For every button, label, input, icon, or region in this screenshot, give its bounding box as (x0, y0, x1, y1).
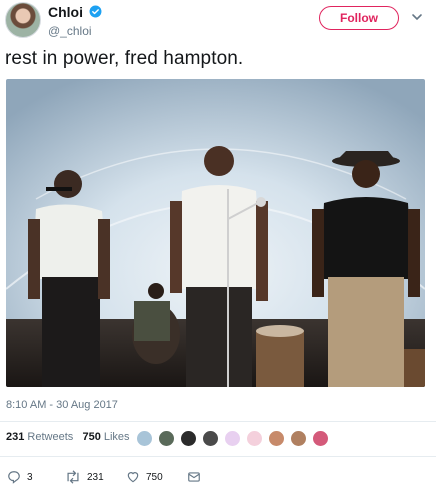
tweet-timestamp[interactable]: 8:10 AM - 30 Aug 2017 (6, 399, 118, 411)
divider (0, 421, 436, 422)
like-count[interactable]: 750 (82, 431, 100, 443)
tweet-header: Chloi @_chloi Follow (0, 0, 436, 40)
like-button[interactable]: 750 (126, 468, 163, 486)
divider (0, 456, 436, 457)
like-action-count: 750 (146, 471, 163, 483)
retweet-button[interactable]: 231 (65, 468, 104, 486)
liker-avatar[interactable] (246, 430, 263, 447)
tweet-actions: 3 231 750 (0, 468, 436, 486)
chevron-down-icon[interactable] (410, 10, 424, 24)
display-name[interactable]: Chloi (48, 4, 83, 20)
reply-button[interactable]: 3 (7, 468, 33, 486)
liker-avatar[interactable] (136, 430, 153, 447)
author-block[interactable]: Chloi @_chloi (48, 3, 102, 38)
reply-icon (8, 471, 20, 484)
handle[interactable]: @_chloi (48, 24, 102, 38)
liker-avatar[interactable] (202, 430, 219, 447)
liker-avatar[interactable] (158, 430, 175, 447)
verified-badge-icon (89, 5, 102, 18)
retweets-label[interactable]: Retweets (27, 431, 73, 443)
retweet-action-count: 231 (87, 471, 104, 483)
liker-avatar[interactable] (224, 430, 241, 447)
liker-avatar[interactable] (290, 430, 307, 447)
message-icon (188, 472, 200, 482)
message-button[interactable] (187, 468, 201, 486)
retweet-icon (67, 470, 79, 484)
retweet-count[interactable]: 231 (6, 431, 24, 443)
tweet-photo[interactable] (6, 79, 425, 387)
tweet-stats: 231 Retweets 750 Likes (6, 431, 130, 443)
liker-avatar[interactable] (180, 430, 197, 447)
reply-count: 3 (27, 471, 33, 483)
follow-button[interactable]: Follow (319, 6, 399, 30)
likes-label[interactable]: Likes (104, 431, 130, 443)
liker-avatar[interactable] (312, 430, 329, 447)
heart-icon (127, 472, 139, 483)
avatar[interactable] (5, 2, 41, 38)
liker-avatar[interactable] (268, 430, 285, 447)
tweet-text: rest in power, fred hampton. (5, 48, 244, 69)
